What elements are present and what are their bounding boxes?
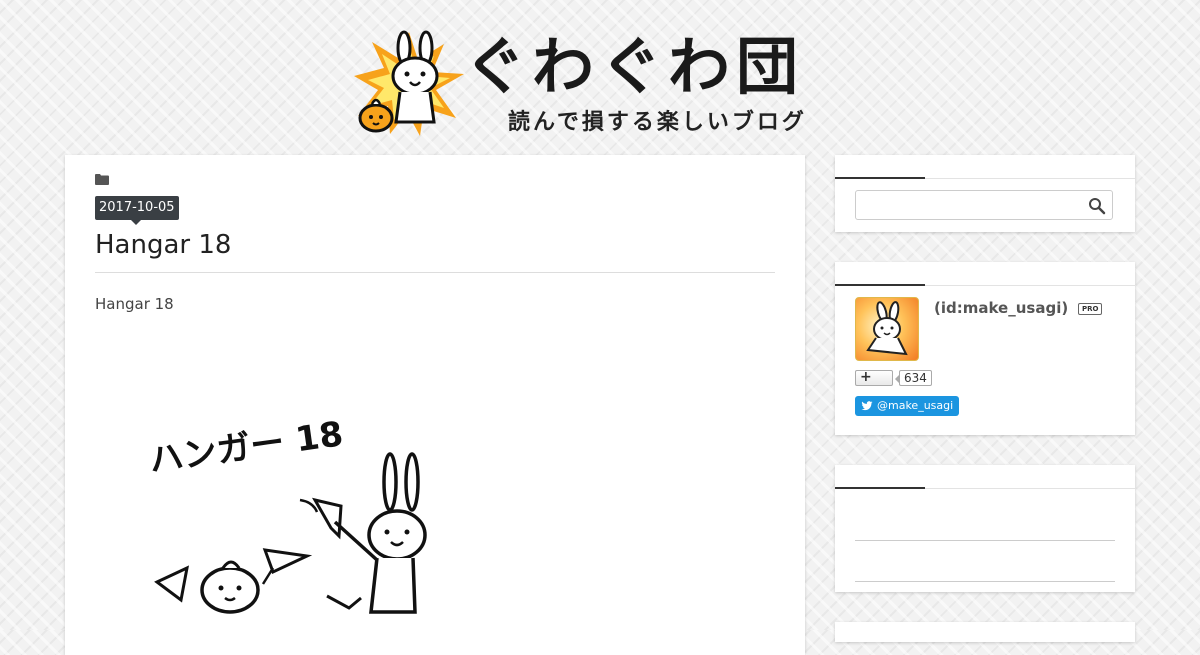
pro-badge: PRO (1078, 303, 1103, 315)
list-divider (855, 540, 1115, 541)
article-card: 2017-10-05 Hangar 18 Hangar 18 ハンガー 18 (65, 155, 805, 655)
avatar[interactable] (855, 297, 919, 361)
search-icon[interactable] (1088, 197, 1106, 215)
module-divider-accent (835, 177, 925, 179)
article-title[interactable]: Hangar 18 (95, 229, 231, 261)
site-header: ぐわぐわ団 読んで損する楽しいブログ (0, 0, 1200, 150)
sidebar-search-module (835, 155, 1135, 232)
site-title: ぐわぐわ団 (464, 30, 805, 103)
twitter-bird-icon (861, 401, 873, 411)
site-logo-link[interactable]: ぐわぐわ団 読んで損する楽しいブログ (352, 30, 847, 140)
title-divider (95, 272, 775, 273)
module-divider-accent (835, 487, 925, 489)
search-input[interactable] (855, 190, 1113, 220)
list-divider (855, 581, 1115, 582)
illustration-caption: ハンガー 18 (147, 414, 346, 481)
logo-rabbit-icon (354, 30, 464, 136)
avatar-rabbit-icon (866, 301, 908, 356)
sidebar-next-module (835, 622, 1135, 642)
twitter-handle: @make_usagi (877, 399, 954, 412)
sidebar-profile-module: (id:make_usagi) PRO + 634 @make_usagi (835, 262, 1135, 435)
follow-button[interactable]: + (855, 370, 893, 386)
twitter-follow-button[interactable]: @make_usagi (855, 396, 960, 416)
folder-icon[interactable] (95, 174, 109, 185)
site-tagline: 読んで損する楽しいブログ (508, 110, 807, 135)
follower-count[interactable]: 634 (895, 370, 932, 386)
article-date-badge[interactable]: 2017-10-05 (95, 196, 179, 225)
sidebar-list-module (835, 465, 1135, 592)
article-illustration: ハンガー 18 (147, 414, 427, 614)
module-divider-accent (835, 284, 925, 286)
article-body-text: Hangar 18 (95, 295, 174, 313)
profile-user-id[interactable]: (id:make_usagi) (934, 299, 1068, 317)
